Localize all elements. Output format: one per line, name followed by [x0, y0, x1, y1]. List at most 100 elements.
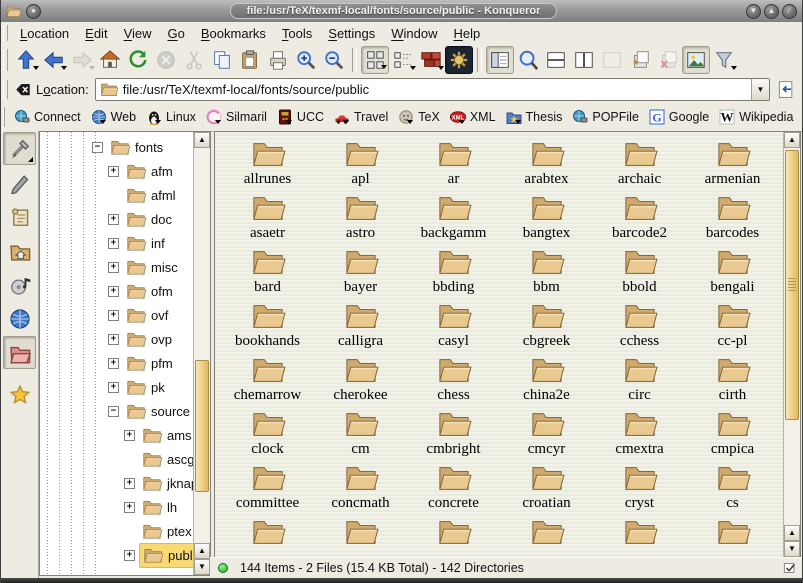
- sidebar-button-home-folder[interactable]: [3, 234, 36, 267]
- tree-item-label[interactable]: public: [168, 548, 193, 563]
- bookmark-thesis[interactable]: Thesis: [501, 107, 568, 127]
- bookmarks-overflow-chevron[interactable]: »: [798, 109, 803, 125]
- tree-item-fonts[interactable]: − fonts: [40, 135, 193, 159]
- bookmark-wikipedia[interactable]: WWikipedia: [714, 107, 798, 127]
- tree-expander-plus-icon[interactable]: +: [124, 502, 135, 513]
- tree-expander-plus-icon[interactable]: +: [124, 478, 135, 489]
- tree-item-ofm[interactable]: +ofm: [40, 279, 193, 303]
- folder-item-cm[interactable]: cm: [314, 408, 407, 462]
- list-view-mode-button[interactable]: [389, 46, 417, 74]
- tree-item-misc[interactable]: +misc: [40, 255, 193, 279]
- folder-item-clock[interactable]: clock: [221, 408, 314, 462]
- bookmark-ucc[interactable]: UCC: [272, 107, 329, 127]
- folder-item-cirth[interactable]: cirth: [686, 354, 779, 408]
- tree-expander-minus-icon[interactable]: −: [108, 406, 119, 417]
- copy-button[interactable]: [208, 46, 236, 74]
- go-button[interactable]: [773, 78, 799, 102]
- tree-item-ovp[interactable]: +ovp: [40, 327, 193, 351]
- dropdown-arrow-icon[interactable]: [89, 66, 95, 73]
- folder-item-circ[interactable]: circ: [593, 354, 686, 408]
- dropdown-arrow-icon[interactable]: [33, 66, 39, 73]
- bookmark-xml[interactable]: XMLXML: [445, 107, 501, 127]
- tree-scroll-up2-icon[interactable]: ▲: [194, 543, 210, 559]
- folder-item-bard[interactable]: bard: [221, 246, 314, 300]
- print-button[interactable]: [264, 46, 292, 74]
- bookmark-silmaril[interactable]: Silmaril: [201, 107, 272, 127]
- folder-item-casyl[interactable]: casyl: [407, 300, 500, 354]
- bookmark-popfile[interactable]: POPFile: [567, 107, 644, 127]
- tree-item-pfm[interactable]: +pfm: [40, 351, 193, 375]
- iconview-scrollbar[interactable]: ▲ ▲ ▼: [783, 132, 800, 557]
- forward-button[interactable]: [68, 46, 96, 74]
- folder-item-concmath[interactable]: concmath: [314, 462, 407, 516]
- tree-item-label[interactable]: ofm: [151, 284, 173, 299]
- location-input[interactable]: file:/usr/TeX/texmf-local/fonts/source/p…: [95, 78, 770, 101]
- sidebar-button-configure[interactable]: [3, 132, 36, 165]
- sidebar-button-annotate[interactable]: [3, 166, 36, 199]
- dropdown-arrow-icon[interactable]: [61, 66, 67, 73]
- dropdown-arrow-icon[interactable]: [731, 66, 737, 73]
- menu-edit[interactable]: Edit: [77, 24, 115, 43]
- menu-help[interactable]: Help: [446, 24, 489, 43]
- tree-expander-plus-icon[interactable]: +: [108, 238, 119, 249]
- maximize-button[interactable]: ▲: [764, 4, 779, 19]
- folder-item-china2e[interactable]: china2e: [500, 354, 593, 408]
- sidebar-button-history[interactable]: [3, 200, 36, 233]
- folder-item-cs[interactable]: cs: [686, 462, 779, 516]
- folder-item-apl[interactable]: apl: [314, 138, 407, 192]
- tree-item-label[interactable]: ptex: [167, 524, 192, 539]
- tree-item-inf[interactable]: +inf: [40, 231, 193, 255]
- folder-item-bangtex[interactable]: bangtex: [500, 192, 593, 246]
- tree-scrollbar-thumb[interactable]: [195, 360, 209, 492]
- tree-expander-plus-icon[interactable]: +: [108, 214, 119, 225]
- location-dropdown-arrow-icon[interactable]: ▼: [751, 79, 769, 100]
- folder-item-cc-pl[interactable]: cc-pl: [686, 300, 779, 354]
- tree-scrollbar[interactable]: ▲ ▲ ▼: [193, 132, 210, 575]
- folder-item-backgamm[interactable]: backgamm: [407, 192, 500, 246]
- tree-item-ascgrp[interactable]: ascgrp: [40, 447, 193, 471]
- tree-item-label[interactable]: afm: [151, 164, 173, 179]
- cut-button[interactable]: [180, 46, 208, 74]
- tree-scroll-down-icon[interactable]: ▼: [194, 559, 210, 575]
- folder-item-cmbright[interactable]: cmbright: [407, 408, 500, 462]
- tree-scroll-up-icon[interactable]: ▲: [194, 132, 210, 148]
- menubar-grip[interactable]: [3, 25, 8, 40]
- locationbar-grip[interactable]: [3, 80, 8, 99]
- clear-location-icon[interactable]: [12, 79, 34, 101]
- tree-item-label[interactable]: afml: [151, 188, 176, 203]
- zoom-in-button[interactable]: [292, 46, 320, 74]
- folder-item-cmextra[interactable]: cmextra: [593, 408, 686, 462]
- folder-item-bookhands[interactable]: bookhands: [221, 300, 314, 354]
- konqueror-gear-button[interactable]: [445, 46, 473, 74]
- folder-item-clipped[interactable]: [593, 516, 686, 557]
- sidebar-button-services[interactable]: [3, 268, 36, 301]
- tree-expander-minus-icon[interactable]: −: [92, 142, 103, 153]
- tree-item-pk[interactable]: +pk: [40, 375, 193, 399]
- tree-item-doc[interactable]: +doc: [40, 207, 193, 231]
- tree-item-lh[interactable]: +lh: [40, 495, 193, 519]
- close-button[interactable]: ⁄: [782, 4, 797, 19]
- folder-item-archaic[interactable]: archaic: [593, 138, 686, 192]
- sticky-button[interactable]: ●: [26, 4, 41, 19]
- dropdown-arrow-icon[interactable]: [410, 66, 416, 73]
- split-view-top-bottom-button[interactable]: [542, 46, 570, 74]
- folder-item-allrunes[interactable]: allrunes: [221, 138, 314, 192]
- thumbnails-button[interactable]: [682, 46, 710, 74]
- folder-item-bengali[interactable]: bengali: [686, 246, 779, 300]
- dropdown-arrow-icon[interactable]: [438, 66, 444, 73]
- menu-settings[interactable]: Settings: [320, 24, 383, 43]
- menu-tools[interactable]: Tools: [274, 24, 320, 43]
- location-value[interactable]: file:/usr/TeX/texmf-local/fonts/source/p…: [119, 82, 751, 97]
- tree-item-label[interactable]: fonts: [135, 140, 163, 155]
- tree-item-label[interactable]: ams: [167, 428, 192, 443]
- iconview-scrollbar-thumb[interactable]: [785, 150, 799, 420]
- sidebar-button-root-folder[interactable]: [3, 336, 36, 369]
- reload-button[interactable]: [124, 46, 152, 74]
- up-button[interactable]: [12, 46, 40, 74]
- brick-view-mode-button[interactable]: [417, 46, 445, 74]
- tree-expander-plus-icon[interactable]: +: [108, 310, 119, 321]
- tree-item-label[interactable]: pfm: [151, 356, 173, 371]
- iconview-scroll-up-icon[interactable]: ▲: [784, 132, 800, 148]
- tree-item-label[interactable]: ovp: [151, 332, 172, 347]
- minimize-button[interactable]: ▼: [746, 4, 761, 19]
